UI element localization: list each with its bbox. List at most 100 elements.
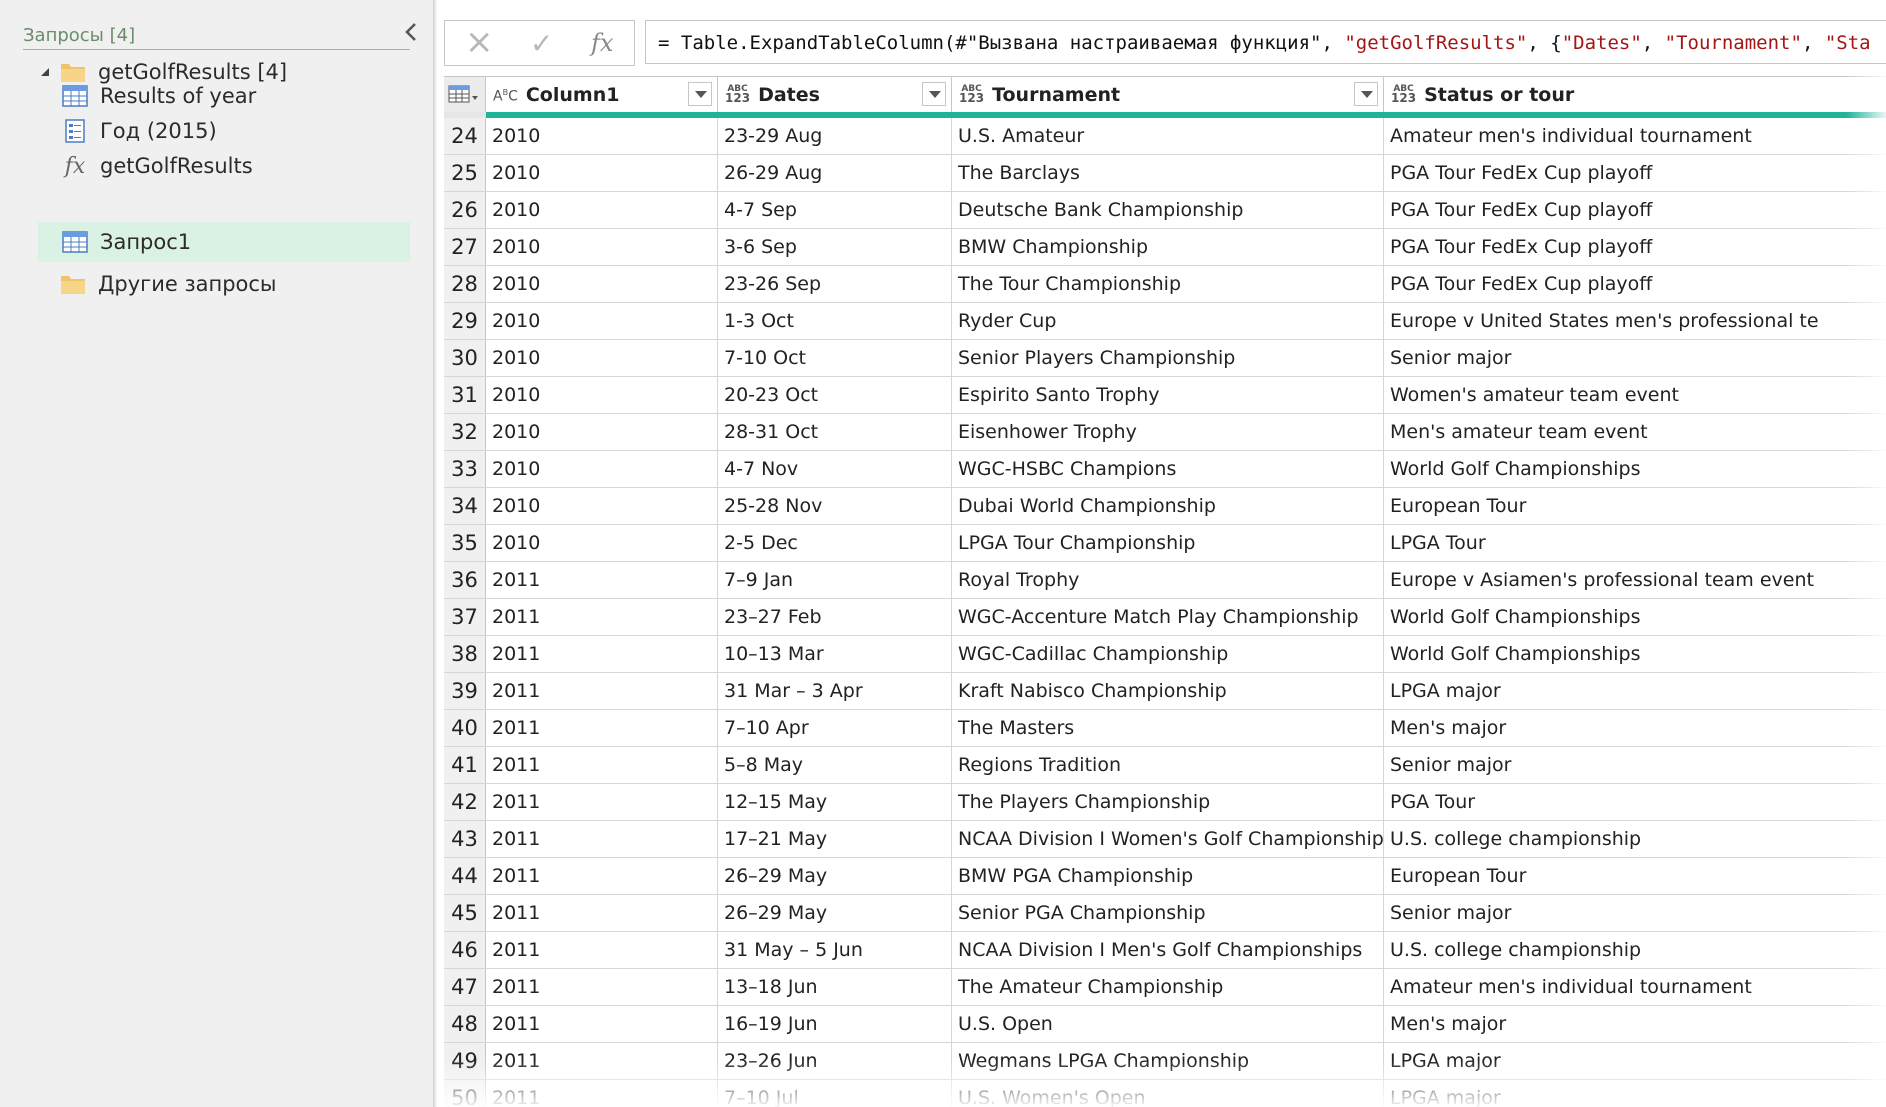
cell-column1[interactable]: 2011 — [486, 858, 718, 894]
table-row[interactable]: 29 2010 1-3 Oct Ryder Cup Europe v United St… — [444, 303, 1886, 340]
cell-dates[interactable]: 3-6 Sep — [718, 229, 952, 265]
formula-input[interactable]: = Table.ExpandTableColumn(#"Вызвана наст… — [645, 20, 1886, 64]
cell-dates[interactable]: 31 May – 5 Jun — [718, 932, 952, 968]
query-item-results-of-year[interactable]: Results of year — [62, 76, 256, 116]
cell-dates[interactable]: 10–13 Mar — [718, 636, 952, 672]
row-number[interactable]: 34 — [444, 488, 486, 524]
cell-tournament[interactable]: U.S. Amateur — [952, 118, 1384, 154]
cell-tournament[interactable]: U.S. Women's Open — [952, 1080, 1384, 1107]
table-corner-menu[interactable] — [444, 77, 486, 113]
cell-column1[interactable]: 2010 — [486, 414, 718, 450]
cell-tournament[interactable]: The Masters — [952, 710, 1384, 746]
cell-status[interactable]: LPGA major — [1384, 1080, 1886, 1107]
cell-status[interactable]: Senior major — [1384, 340, 1886, 376]
cell-dates[interactable]: 25-28 Nov — [718, 488, 952, 524]
query-group-other[interactable]: Другие запросы — [60, 264, 277, 304]
cell-column1[interactable]: 2010 — [486, 488, 718, 524]
cell-column1[interactable]: 2010 — [486, 451, 718, 487]
cell-status[interactable]: Men's major — [1384, 710, 1886, 746]
table-row[interactable]: 26 2010 4-7 Sep Deutsche Bank Championship P… — [444, 192, 1886, 229]
row-number[interactable]: 50 — [444, 1080, 486, 1107]
cell-dates[interactable]: 26–29 May — [718, 858, 952, 894]
cell-column1[interactable]: 2011 — [486, 1006, 718, 1042]
cell-tournament[interactable]: The Barclays — [952, 155, 1384, 191]
cell-tournament[interactable]: LPGA Tour Championship — [952, 525, 1384, 561]
cell-dates[interactable]: 7–9 Jan — [718, 562, 952, 598]
cell-tournament[interactable]: Regions Tradition — [952, 747, 1384, 783]
queries-header[interactable]: Запросы [4] — [23, 25, 135, 46]
cell-column1[interactable]: 2010 — [486, 192, 718, 228]
cell-column1[interactable]: 2010 — [486, 266, 718, 302]
any-type-icon[interactable]: ABC 123 — [725, 85, 750, 105]
row-number[interactable]: 35 — [444, 525, 486, 561]
cell-column1[interactable]: 2011 — [486, 969, 718, 1005]
cell-tournament[interactable]: Senior Players Championship — [952, 340, 1384, 376]
cell-tournament[interactable]: The Players Championship — [952, 784, 1384, 820]
row-number[interactable]: 33 — [444, 451, 486, 487]
cell-status[interactable]: PGA Tour FedEx Cup playoff — [1384, 192, 1886, 228]
row-number[interactable]: 41 — [444, 747, 486, 783]
cell-status[interactable]: PGA Tour — [1384, 784, 1886, 820]
table-row[interactable]: 42 2011 12–15 May The Players Championship P… — [444, 784, 1886, 821]
cell-dates[interactable]: 28-31 Oct — [718, 414, 952, 450]
query-item-zapros1[interactable]: Запрос1 — [38, 222, 410, 262]
collapse-pane-icon[interactable] — [400, 20, 424, 44]
cell-column1[interactable]: 2011 — [486, 1080, 718, 1107]
cell-status[interactable]: Men's amateur team event — [1384, 414, 1886, 450]
cell-tournament[interactable]: NCAA Division I Men's Golf Championships — [952, 932, 1384, 968]
cell-dates[interactable]: 7-10 Oct — [718, 340, 952, 376]
cell-status[interactable]: Senior major — [1384, 895, 1886, 931]
cell-column1[interactable]: 2010 — [486, 229, 718, 265]
row-number[interactable]: 29 — [444, 303, 486, 339]
cell-tournament[interactable]: BMW PGA Championship — [952, 858, 1384, 894]
cell-tournament[interactable]: WGC-Cadillac Championship — [952, 636, 1384, 672]
row-number[interactable]: 27 — [444, 229, 486, 265]
table-row[interactable]: 41 2011 5–8 May Regions Tradition Senior maj… — [444, 747, 1886, 784]
cell-tournament[interactable]: U.S. Open — [952, 1006, 1384, 1042]
cell-dates[interactable]: 20-23 Oct — [718, 377, 952, 413]
row-number[interactable]: 46 — [444, 932, 486, 968]
table-row[interactable]: 37 2011 23–27 Feb WGC-Accenture Match Play … — [444, 599, 1886, 636]
table-row[interactable]: 25 2010 26-29 Aug The Barclays PGA Tour FedE… — [444, 155, 1886, 192]
cell-status[interactable]: Women's amateur team event — [1384, 377, 1886, 413]
column-filter-button[interactable] — [1354, 82, 1378, 106]
table-row[interactable]: 27 2010 3-6 Sep BMW Championship PGA Tour Fe… — [444, 229, 1886, 266]
cell-column1[interactable]: 2011 — [486, 821, 718, 857]
row-number[interactable]: 31 — [444, 377, 486, 413]
table-row[interactable]: 35 2010 2-5 Dec LPGA Tour Championship LPGA … — [444, 525, 1886, 562]
cell-column1[interactable]: 2010 — [486, 525, 718, 561]
table-row[interactable]: 40 2011 7–10 Apr The Masters Men's major — [444, 710, 1886, 747]
table-row[interactable]: 30 2010 7-10 Oct Senior Players Championshi… — [444, 340, 1886, 377]
cell-status[interactable]: LPGA major — [1384, 673, 1886, 709]
cell-tournament[interactable]: WGC-HSBC Champions — [952, 451, 1384, 487]
cell-status[interactable]: Senior major — [1384, 747, 1886, 783]
cell-tournament[interactable]: The Tour Championship — [952, 266, 1384, 302]
cell-column1[interactable]: 2011 — [486, 673, 718, 709]
cell-status[interactable]: European Tour — [1384, 488, 1886, 524]
cell-column1[interactable]: 2010 — [486, 340, 718, 376]
cell-dates[interactable]: 7–10 Jul — [718, 1080, 952, 1107]
cell-tournament[interactable]: NCAA Division I Women's Golf Championshi… — [952, 821, 1384, 857]
cell-dates[interactable]: 1-3 Oct — [718, 303, 952, 339]
cell-dates[interactable]: 31 Mar – 3 Apr — [718, 673, 952, 709]
cell-column1[interactable]: 2010 — [486, 155, 718, 191]
cell-dates[interactable]: 23–26 Jun — [718, 1043, 952, 1079]
cell-column1[interactable]: 2011 — [486, 932, 718, 968]
row-number[interactable]: 39 — [444, 673, 486, 709]
cell-status[interactable]: PGA Tour FedEx Cup playoff — [1384, 266, 1886, 302]
table-row[interactable]: 46 2011 31 May – 5 Jun NCAA Division I Men'… — [444, 932, 1886, 969]
row-number[interactable]: 24 — [444, 118, 486, 154]
column-header-tournament[interactable]: ABC 123 Tournament — [952, 77, 1384, 113]
cell-column1[interactable]: 2011 — [486, 636, 718, 672]
row-number[interactable]: 30 — [444, 340, 486, 376]
column-filter-button[interactable] — [688, 82, 712, 106]
any-type-icon[interactable]: ABC 123 — [959, 85, 984, 105]
cell-status[interactable]: U.S. college championship — [1384, 821, 1886, 857]
text-type-icon[interactable]: ABC — [493, 88, 518, 103]
commit-icon[interactable]: ✓ — [530, 26, 553, 62]
cell-column1[interactable]: 2011 — [486, 1043, 718, 1079]
cell-tournament[interactable]: Senior PGA Championship — [952, 895, 1384, 931]
table-row[interactable]: 33 2010 4-7 Nov WGC-HSBC Champions World Gol… — [444, 451, 1886, 488]
table-row[interactable]: 48 2011 16–19 Jun U.S. Open Men's major — [444, 1006, 1886, 1043]
cell-column1[interactable]: 2011 — [486, 710, 718, 746]
